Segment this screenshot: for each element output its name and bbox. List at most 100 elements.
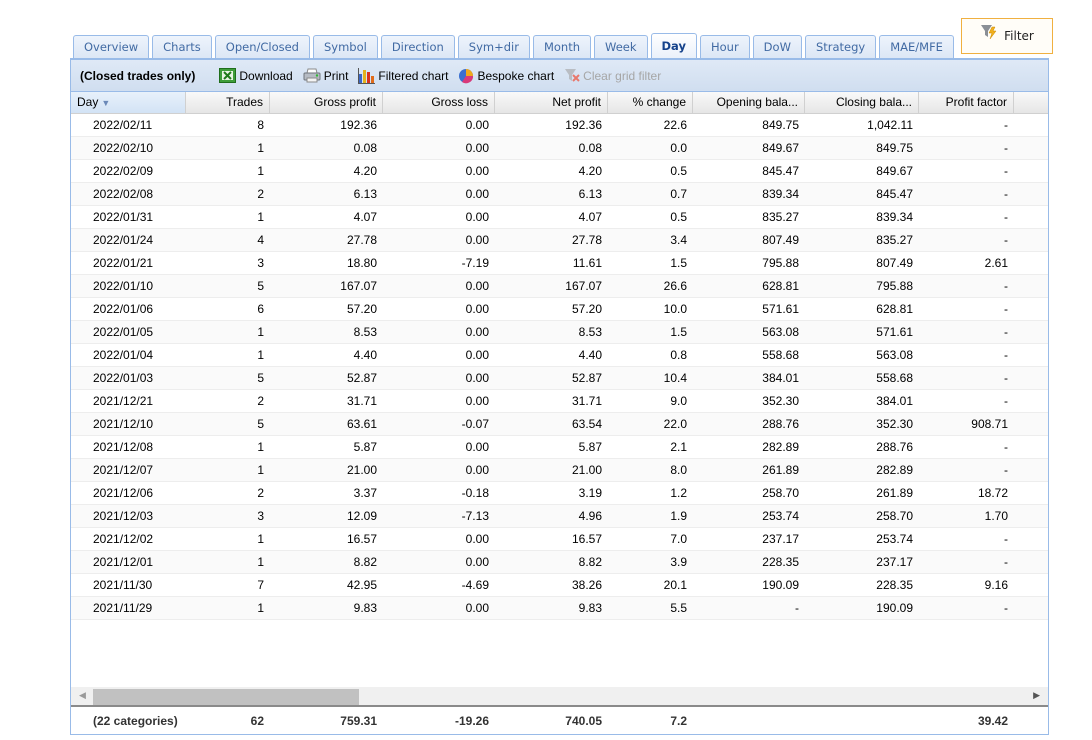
cell-gross-profit: 27.78: [346, 233, 377, 247]
cell-day: 2022/02/11: [93, 118, 153, 132]
cell-gross-profit: 31.71: [346, 394, 377, 408]
table-row[interactable]: 2022/01/05 1 8.53 0.00 8.53 1.5 563.08 571.61 -: [71, 321, 1048, 344]
table-row[interactable]: 2021/12/03 3 12.09 -7.13 4.96 1.9 253.74 258.70…: [71, 505, 1048, 528]
tab-strategy[interactable]: Strategy: [804, 35, 877, 59]
scroll-right-arrow-icon[interactable]: ▶: [1033, 690, 1040, 701]
cell-overflow: [1014, 275, 1048, 297]
column-header[interactable]: Day ▼: [71, 92, 186, 113]
scroll-left-arrow-icon[interactable]: ◀: [79, 690, 86, 701]
table-row[interactable]: 2022/01/21 3 18.80 -7.19 11.61 1.5 795.88 807.4…: [71, 252, 1048, 275]
cell-trades: 1: [257, 440, 264, 454]
cell-profit-factor: -: [1004, 325, 1008, 339]
filter-button-label: Filter: [1004, 29, 1034, 43]
clear-grid-filter-button[interactable]: Clear grid filter: [564, 68, 661, 83]
column-header[interactable]: Wi: [1014, 92, 1048, 113]
tab-week[interactable]: Week: [594, 35, 648, 59]
cell-gross-profit: 0.08: [353, 141, 377, 155]
bespoke-chart-button[interactable]: Bespoke chart: [458, 68, 554, 84]
cell-opening-bala: 849.75: [762, 118, 799, 132]
table-row[interactable]: 2021/11/29 1 9.83 0.00 9.83 5.5 - 190.09 -: [71, 597, 1048, 620]
cell--change: 1.9: [670, 509, 687, 523]
tab-symbol[interactable]: Symbol: [312, 35, 378, 59]
table-row[interactable]: 2022/01/06 6 57.20 0.00 57.20 10.0 571.61 628.8…: [71, 298, 1048, 321]
cell-gross-loss: 0.00: [465, 302, 489, 316]
column-header[interactable]: Net profit: [495, 92, 608, 113]
table-row[interactable]: 2021/11/30 7 42.95 -4.69 38.26 20.1 190.09 228.…: [71, 574, 1048, 597]
table-row[interactable]: 2022/01/24 4 27.78 0.00 27.78 3.4 807.49 835.27…: [71, 229, 1048, 252]
table-row[interactable]: 2021/12/08 1 5.87 0.00 5.87 2.1 282.89 288.76 -: [71, 436, 1048, 459]
column-header[interactable]: Gross profit: [270, 92, 383, 113]
tab-sym-dir[interactable]: Sym+dir: [457, 35, 530, 59]
table-row[interactable]: 2022/01/04 1 4.40 0.00 4.40 0.8 558.68 563.08 -: [71, 344, 1048, 367]
table-row[interactable]: 2022/02/10 1 0.08 0.00 0.08 0.0 849.67 849.75 -: [71, 137, 1048, 160]
pie-chart-icon: [459, 68, 474, 83]
cell-net-profit: 11.61: [572, 256, 602, 270]
cell-gross-loss: -4.69: [461, 578, 489, 592]
horizontal-scrollbar[interactable]: ◀ ▶: [71, 687, 1048, 707]
grid-header: Day ▼ Trades Gross profit Gross loss Net prof…: [71, 92, 1048, 114]
summary-cell: -19.26: [454, 714, 489, 728]
table-row[interactable]: 2021/12/21 2 31.71 0.00 31.71 9.0 352.30 384.01…: [71, 390, 1048, 413]
table-row[interactable]: 2021/12/02 1 16.57 0.00 16.57 7.0 237.17 253.74…: [71, 528, 1048, 551]
column-header[interactable]: % change: [608, 92, 693, 113]
cell-opening-bala: 571.61: [762, 302, 799, 316]
column-header[interactable]: Opening bala...: [693, 92, 805, 113]
cell-overflow: [1014, 229, 1048, 251]
cell-overflow: [1014, 528, 1048, 550]
column-header[interactable]: Gross loss: [383, 92, 495, 113]
table-row[interactable]: 2022/02/08 2 6.13 0.00 6.13 0.7 839.34 845.47 -: [71, 183, 1048, 206]
cell-gross-loss: 0.00: [465, 118, 489, 132]
cell-day: 2022/01/06: [93, 302, 154, 316]
tab-month[interactable]: Month: [532, 35, 591, 59]
cell-net-profit: 8.53: [578, 325, 602, 339]
cell-gross-loss: 0.00: [465, 187, 489, 201]
cell-profit-factor: -: [1004, 141, 1008, 155]
table-row[interactable]: 2021/12/01 1 8.82 0.00 8.82 3.9 228.35 237.17 -: [71, 551, 1048, 574]
cell-overflow: [1014, 160, 1048, 182]
filtered-chart-button[interactable]: Filtered chart: [358, 67, 449, 84]
table-row[interactable]: 2021/12/10 5 63.61 -0.07 63.54 22.0 288.76 352.…: [71, 413, 1048, 436]
cell-net-profit: 4.96: [578, 509, 602, 523]
column-header-label: Net profit: [552, 95, 601, 109]
cell-gross-loss: 0.00: [465, 325, 489, 339]
cell--change: 20.1: [663, 578, 687, 592]
column-header[interactable]: Profit factor: [919, 92, 1014, 113]
cell-trades: 7: [257, 578, 264, 592]
table-row[interactable]: 2022/01/10 5 167.07 0.00 167.07 26.6 628.81 795…: [71, 275, 1048, 298]
table-row[interactable]: 2022/01/31 1 4.07 0.00 4.07 0.5 835.27 839.34 -: [71, 206, 1048, 229]
cell-opening-bala: 228.35: [762, 555, 799, 569]
table-row[interactable]: 2021/12/06 2 3.37 -0.18 3.19 1.2 258.70 261.89 1…: [71, 482, 1048, 505]
cell-opening-bala: 253.74: [762, 509, 799, 523]
cell-net-profit: 16.57: [571, 532, 602, 546]
tab-hour[interactable]: Hour: [699, 35, 750, 59]
tab-mae-mfe[interactable]: MAE/MFE: [879, 35, 954, 59]
table-row[interactable]: 2021/12/07 1 21.00 0.00 21.00 8.0 261.89 282.89…: [71, 459, 1048, 482]
tab-direction[interactable]: Direction: [380, 35, 455, 59]
cell-trades: 6: [257, 302, 264, 316]
cell-gross-loss: 0.00: [465, 532, 489, 546]
cell--change: 10.0: [663, 302, 687, 316]
table-row[interactable]: 2022/01/03 5 52.87 0.00 52.87 10.4 384.01 558.6…: [71, 367, 1048, 390]
cell-trades: 1: [257, 210, 264, 224]
tab-overview[interactable]: Overview: [73, 35, 150, 59]
cell-profit-factor: -: [1004, 233, 1008, 247]
filter-button[interactable]: Filter: [961, 18, 1053, 54]
table-row[interactable]: 2022/02/11 8 192.36 0.00 192.36 22.6 849.75 1,0…: [71, 114, 1048, 137]
filtered-chart-label: Filtered chart: [378, 68, 449, 83]
download-button[interactable]: Download: [219, 68, 293, 83]
cell--change: 10.4: [663, 371, 687, 385]
scrollbar-thumb[interactable]: [93, 689, 359, 705]
table-row[interactable]: 2022/02/09 1 4.20 0.00 4.20 0.5 845.47 849.67 -: [71, 160, 1048, 183]
print-button[interactable]: Print: [303, 68, 348, 83]
cell-gross-profit: 167.07: [340, 279, 377, 293]
tab-day[interactable]: Day: [650, 33, 697, 59]
tab-dow[interactable]: DoW: [752, 35, 802, 59]
column-header[interactable]: Closing bala...: [805, 92, 919, 113]
tab-open-closed[interactable]: Open/Closed: [214, 35, 310, 59]
excel-icon: [219, 68, 237, 83]
tab-charts[interactable]: Charts: [152, 35, 212, 59]
grid-body: 2022/02/11 8 192.36 0.00 192.36 22.6 849.75 1,0…: [71, 114, 1048, 677]
cell-opening-bala: 628.81: [762, 279, 799, 293]
summary-cell: 740.05: [565, 714, 602, 728]
column-header[interactable]: Trades: [186, 92, 270, 113]
